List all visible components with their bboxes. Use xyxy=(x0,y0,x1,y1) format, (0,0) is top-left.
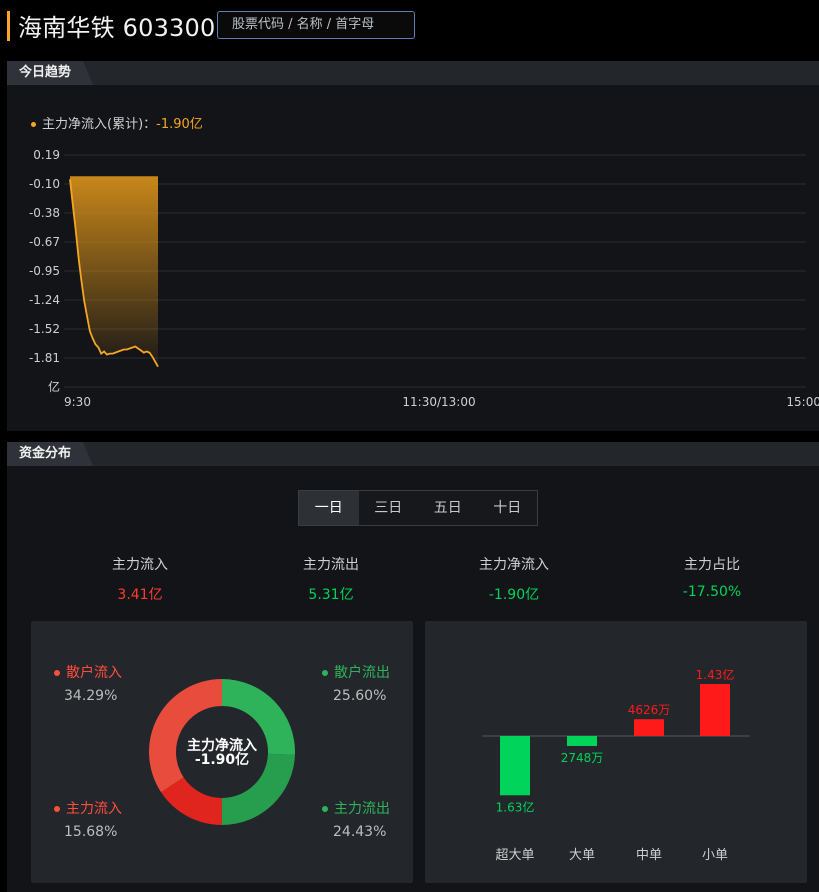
stat-value: -17.50% xyxy=(682,584,742,600)
bar-card: 1.63亿超大单 2748万大单 4626万中单 1.43亿小单 xyxy=(425,621,807,883)
stat-main-net-inflow: 主力净流入 -1.90亿 xyxy=(434,554,594,604)
y-tick-label: -0.95 xyxy=(29,264,60,278)
x-tick-label: 9:30 xyxy=(64,395,91,409)
y-tick-label: -0.10 xyxy=(29,177,60,191)
stat-label: 主力净流入 xyxy=(479,557,549,573)
stat-main-outflow: 主力流出 5.31亿 xyxy=(251,554,411,604)
bar-1 xyxy=(567,736,597,746)
y-tick-label: -0.38 xyxy=(29,206,60,220)
search-input[interactable]: 股票代码 / 名称 / 首字母 xyxy=(217,11,415,39)
stat-main-ratio: 主力占比 -17.50% xyxy=(632,554,792,600)
y-unit-label: 亿 xyxy=(48,379,60,394)
bar-category-label: 小单 xyxy=(702,848,728,863)
stat-label: 主力流入 xyxy=(112,557,168,573)
stock-title: 海南华铁 603300 xyxy=(18,14,216,42)
y-tick-label: -1.24 xyxy=(29,293,60,307)
stat-label: 主力占比 xyxy=(684,557,740,573)
pie-card: 散户流入 34.29% 散户流出 25.60% 主力流入 15.68% 主力流出… xyxy=(31,621,413,883)
bar-2 xyxy=(634,719,664,736)
header: 海南华铁 603300 股票代码 / 名称 / 首字母 xyxy=(0,0,819,52)
y-tick-label: -0.67 xyxy=(29,235,60,249)
title-accent-bar xyxy=(7,11,10,41)
y-tick-label: 0.19 xyxy=(33,148,60,162)
period-tab-1d[interactable]: 一日 xyxy=(299,491,359,525)
bar-3 xyxy=(700,684,730,736)
period-selector: 一日 三日 五日 十日 xyxy=(298,490,538,526)
trend-panel: 今日趋势 主力净流入(累计)：-1.90亿 0.19 -0.10 -0.38 -0.6… xyxy=(7,61,819,431)
bar-category-label: 中单 xyxy=(636,848,662,863)
x-tick-label: 15:00 xyxy=(786,395,819,409)
stat-value: 3.41亿 xyxy=(117,587,163,603)
donut-chart: 主力净流入 -1.90亿 xyxy=(149,679,295,825)
y-tick-label: -1.81 xyxy=(29,351,60,365)
stat-main-inflow: 主力流入 3.41亿 xyxy=(60,554,220,604)
bar-value-label: 1.43亿 xyxy=(696,667,735,682)
period-tab-3d[interactable]: 三日 xyxy=(359,491,419,525)
trend-chart: 0.19 -0.10 -0.38 -0.67 -0.95 -1.24 -1.52 -1.81 亿… xyxy=(29,148,819,409)
order-size-bar-chart: 1.63亿超大单 2748万大单 4626万中单 1.43亿小单 xyxy=(482,667,750,863)
distribution-panel: 资金分布 一日 三日 五日 十日 主力流入 3.41亿 主力流出 5.31亿 主… xyxy=(7,442,819,892)
donut-slice-retail-inflow[interactable] xyxy=(149,679,222,793)
x-tick-label: 11:30/13:00 xyxy=(402,395,475,409)
stat-value: 5.31亿 xyxy=(308,587,354,603)
stat-value: -1.90亿 xyxy=(488,587,540,603)
bar-value-label: 1.63亿 xyxy=(496,799,535,814)
donut-center-value: -1.90亿 xyxy=(195,751,249,768)
bar-value-label: 2748万 xyxy=(561,751,604,765)
trend-area xyxy=(70,176,158,367)
period-tab-5d[interactable]: 五日 xyxy=(418,491,478,525)
bar-value-label: 4626万 xyxy=(628,703,671,717)
bar-category-label: 大单 xyxy=(569,848,595,863)
distribution-tab[interactable]: 资金分布 xyxy=(7,442,94,466)
distribution-panel-header: 资金分布 xyxy=(7,442,819,466)
y-tick-label: -1.52 xyxy=(29,322,60,336)
stat-label: 主力流出 xyxy=(303,557,359,573)
bar-category-label: 超大单 xyxy=(495,848,534,863)
bar-0 xyxy=(500,736,530,796)
period-tab-10d[interactable]: 十日 xyxy=(478,491,538,525)
